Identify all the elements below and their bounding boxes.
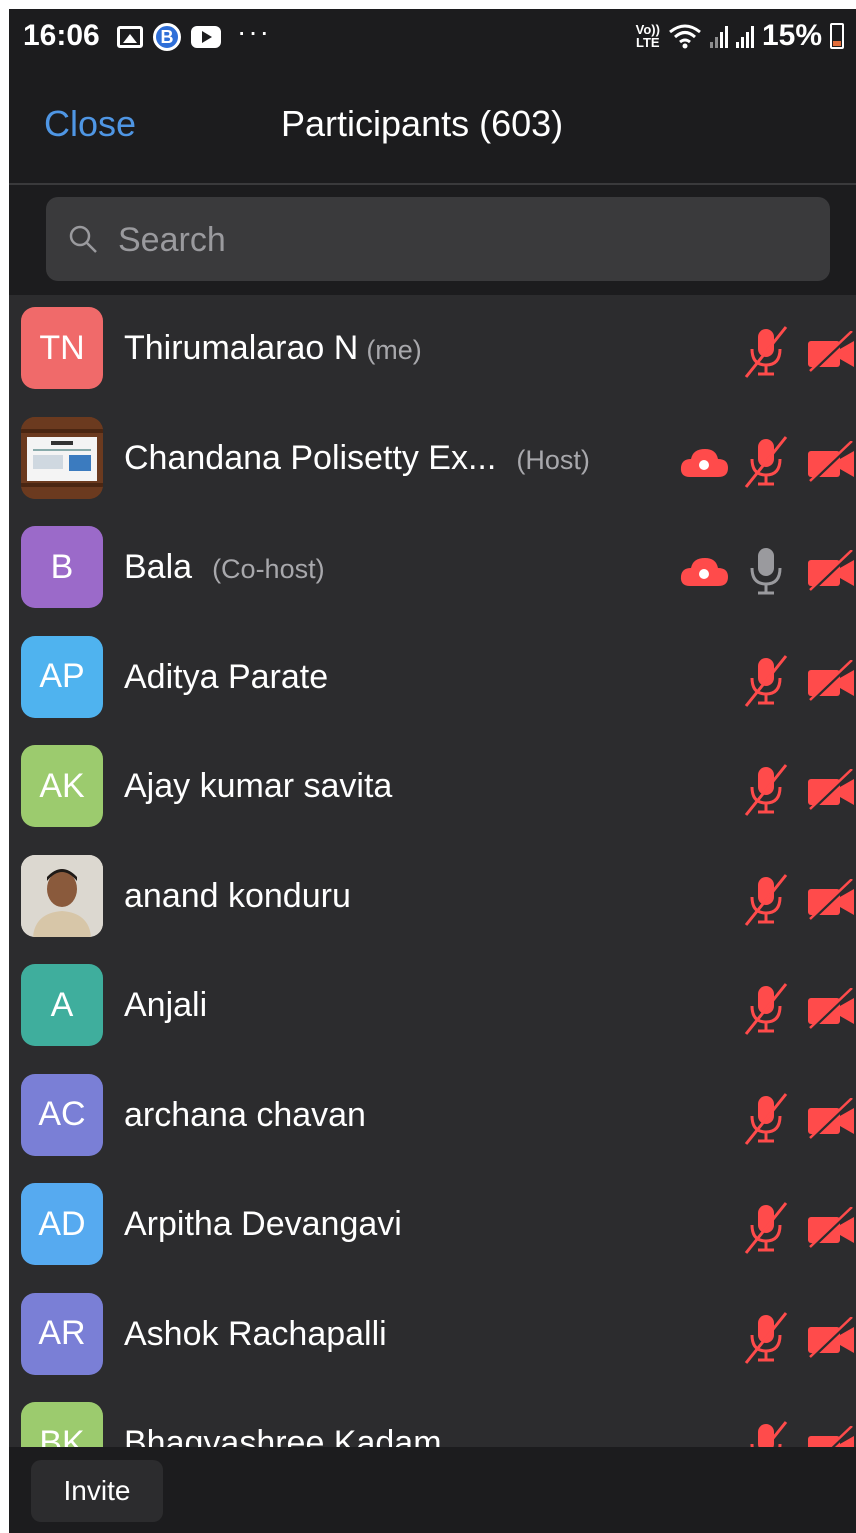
system-indicators: Vo)) LTE 15%: [636, 19, 844, 53]
mic-muted-icon[interactable]: [742, 1092, 790, 1151]
avatar: AR: [21, 1292, 103, 1375]
participant-row[interactable]: AC archana chavan: [9, 1062, 856, 1171]
video-off-icon[interactable]: [806, 1096, 856, 1147]
avatar: AD: [21, 1183, 103, 1265]
participant-name: Chandana Polisetty Ex...: [124, 438, 497, 477]
mic-muted-icon[interactable]: [742, 1311, 790, 1370]
participant-name: Bala: [124, 548, 193, 586]
participant-row[interactable]: Chandana Polisetty Ex... (Host): [9, 405, 856, 514]
participant-row[interactable]: AD Arpitha Devangavi: [9, 1171, 856, 1280]
participant-row[interactable]: B Bala (Co-host): [9, 514, 856, 623]
mic-muted-icon[interactable]: [742, 1201, 790, 1260]
participant-name-block: archana chavan: [124, 1096, 366, 1135]
participant-name: anand konduru: [124, 876, 351, 915]
participant-name: Bhagyashree Kadam: [124, 1424, 442, 1447]
participant-name-block: Ajay kumar savita: [124, 767, 392, 806]
mic-muted-icon[interactable]: [742, 435, 790, 494]
participant-name: Anjali: [124, 986, 208, 1024]
video-off-icon[interactable]: [806, 658, 856, 709]
participant-name-block: Ashok Rachapalli: [124, 1315, 387, 1354]
participant-name-block: Chandana Polisetty Ex... (Host): [124, 439, 590, 478]
participant-role-tag: (me): [366, 335, 422, 365]
participant-role-tag: (Co-host): [212, 554, 325, 584]
participant-list[interactable]: TN Thirumalarao N (me) Chandana Polisetty E…: [9, 295, 856, 1447]
wifi-icon: [669, 24, 701, 49]
avatar: B: [21, 526, 103, 608]
battery-percentage: 15%: [761, 19, 822, 52]
signal-2-icon: [735, 24, 754, 48]
search-input[interactable]: [116, 197, 810, 283]
video-off-icon[interactable]: [806, 1206, 856, 1256]
volte-icon: Vo)) LTE: [635, 22, 660, 50]
mic-muted-icon[interactable]: [742, 982, 790, 1041]
participant-row[interactable]: AR Ashok Rachapalli: [9, 1281, 856, 1390]
page-title: Participants (603): [281, 103, 564, 144]
search-section: [9, 185, 856, 295]
youtube-icon: [191, 26, 221, 48]
video-off-icon[interactable]: [806, 877, 856, 928]
participant-row[interactable]: A Anjali: [9, 952, 856, 1061]
invite-button[interactable]: Invite: [31, 1460, 163, 1522]
participant-name: Ashok Rachapalli: [124, 1314, 387, 1353]
mic-muted-icon[interactable]: [742, 873, 790, 932]
bottom-bar: Invite: [9, 1447, 856, 1533]
video-off-icon[interactable]: [806, 330, 856, 380]
avatar: TN: [21, 307, 103, 389]
participant-row[interactable]: AK Ajay kumar savita: [9, 733, 856, 842]
participant-name-block: Bhagyashree Kadam: [124, 1424, 442, 1447]
zoom-participants-screen: 16:06 B ··· Vo)) LTE 15% Close Participa…: [9, 9, 856, 1533]
participant-row[interactable]: BK Bhagyashree Kadam: [9, 1390, 856, 1447]
mic-muted-icon[interactable]: [742, 1420, 790, 1447]
participant-name-block: Thirumalarao N (me): [124, 329, 422, 368]
notification-icons: B ···: [117, 16, 271, 51]
search-box[interactable]: [46, 197, 830, 283]
video-off-icon[interactable]: [806, 1425, 856, 1447]
battery-icon: [830, 23, 844, 49]
header: Close Participants (603): [9, 67, 856, 185]
mic-muted-icon[interactable]: [742, 325, 790, 384]
participant-row[interactable]: AP Aditya Parate: [9, 624, 856, 733]
participant-name: Arpitha Devangavi: [124, 1205, 402, 1243]
participant-row[interactable]: anand konduru: [9, 843, 856, 952]
mic-icon[interactable]: [742, 544, 790, 603]
search-icon: [69, 225, 97, 253]
participant-name: Thirumalarao N: [124, 329, 359, 367]
avatar: A: [21, 964, 103, 1046]
mic-muted-icon[interactable]: [742, 763, 790, 822]
participant-name: archana chavan: [124, 1095, 366, 1134]
avatar: AK: [21, 745, 103, 827]
video-off-icon[interactable]: [806, 549, 856, 599]
status-bar: 16:06 B ··· Vo)) LTE 15%: [9, 9, 856, 67]
close-button[interactable]: Close: [44, 103, 136, 145]
b-app-icon: B: [153, 23, 181, 51]
video-off-icon[interactable]: [806, 987, 856, 1037]
gallery-icon: [117, 26, 143, 48]
participant-name: Ajay kumar savita: [124, 767, 393, 805]
participant-name: Aditya Parate: [124, 657, 329, 696]
avatar: [21, 416, 103, 499]
avatar: [21, 854, 103, 937]
status-time: 16:06: [23, 19, 100, 52]
video-off-icon[interactable]: [806, 768, 856, 818]
participant-name-block: Anjali: [124, 986, 207, 1025]
participant-name-block: anand konduru: [124, 877, 351, 916]
participant-name-block: Aditya Parate: [124, 658, 328, 697]
participant-name-block: Bala (Co-host): [124, 548, 325, 587]
participant-role-tag: (Host): [516, 444, 590, 475]
signal-1-icon: [709, 24, 728, 48]
video-off-icon[interactable]: [806, 439, 856, 490]
participant-name-block: Arpitha Devangavi: [124, 1205, 402, 1244]
avatar: AC: [21, 1073, 103, 1156]
avatar: BK: [21, 1402, 103, 1447]
cloud-recording-icon: [678, 554, 730, 593]
cloud-recording-icon: [678, 445, 730, 484]
more-notifications-icon: ···: [237, 16, 271, 47]
video-off-icon[interactable]: [806, 1315, 856, 1366]
mic-muted-icon[interactable]: [742, 654, 790, 713]
avatar: AP: [21, 635, 103, 718]
participant-row[interactable]: TN Thirumalarao N (me): [9, 295, 856, 404]
